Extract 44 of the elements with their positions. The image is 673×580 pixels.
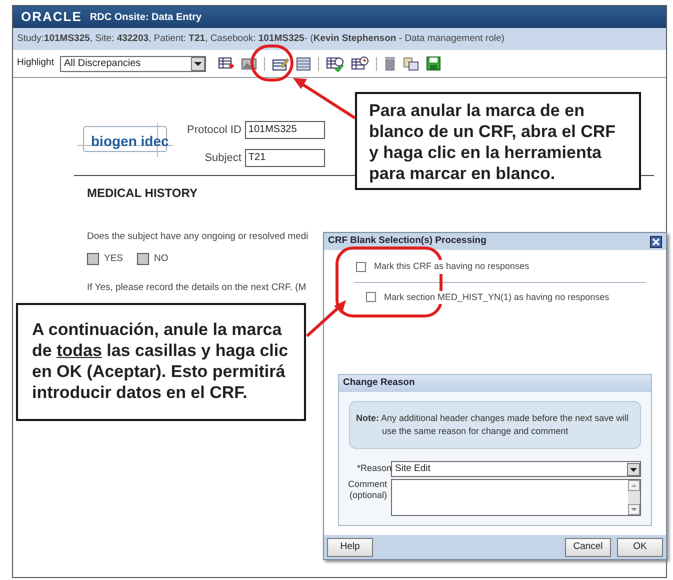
checkbox-label: Mark section MED_HIST_YN(1) as having no responses: [384, 290, 610, 304]
comment-field[interactable]: [391, 479, 641, 516]
save-icon[interactable]: [426, 56, 441, 71]
callout-text: Para anular la marca de en blanco de un CRF, abra el CRF y haga clic en la herramienta para marcar en blanco.: [369, 100, 617, 184]
checkbox-label: Mark this CRF as having no responses: [374, 260, 530, 274]
copy-icon[interactable]: [402, 56, 419, 71]
form-icon[interactable]: [296, 56, 311, 70]
reason-dropdown[interactable]: Site Edit: [391, 461, 641, 477]
form-clock-icon[interactable]: [350, 56, 369, 72]
pencil-form-icon[interactable]: [272, 56, 289, 70]
window-title: RDC Onsite: Data Entry: [90, 10, 202, 24]
checkbox-label: NO: [154, 252, 168, 266]
trash-icon[interactable]: [384, 56, 396, 71]
panel-title: Change Reason: [343, 376, 415, 390]
dialog-button[interactable]: OK: [617, 538, 663, 556]
callout-text: A continuación, anule la marca de todas las casillas y haga clic en OK (Aceptar). Esto permitirá introducir datos en el CRF.: [32, 319, 290, 403]
dialog-button[interactable]: Cancel: [565, 538, 611, 556]
grid-plus-icon[interactable]: [218, 56, 234, 70]
text-field[interactable]: T21: [245, 149, 326, 167]
question-text: Does the subject have any ongoing or resolved medi: [87, 230, 308, 244]
casebook-info: Study:101MS325, Site: 432203, Patient: T21, Casebook: 101MS325- (Kevin Stephenson - Data management role): [17, 32, 504, 46]
highlight-dropdown[interactable]: All Discrepancies: [60, 56, 206, 72]
text-field[interactable]: 101MS325: [245, 121, 326, 139]
instruction-text: If Yes, please record the details on the next CRF. (M: [87, 280, 306, 294]
arrow: [306, 300, 346, 338]
oracle-logo: ORACLE: [21, 8, 82, 26]
scrollbar[interactable]: [628, 480, 640, 515]
dialog-title: CRF Blank Selection(s) Processing: [328, 234, 486, 248]
note-text: Note: Any additional header changes made before the next save will use the same reason for change and comment: [356, 412, 630, 438]
checkbox[interactable]: [356, 262, 366, 272]
checkbox-label: YES: [104, 252, 124, 266]
checkbox[interactable]: [137, 253, 150, 266]
checkbox[interactable]: [87, 253, 99, 266]
arrow: [293, 78, 356, 120]
comment-label: Comment (optional): [347, 479, 387, 501]
highlight-label: Highlight: [17, 56, 54, 70]
company-logo: biogen idec: [77, 123, 173, 157]
field-label: Protocol ID: [187, 122, 242, 138]
section-title: MEDICAL HISTORY: [87, 185, 198, 202]
dialog-button[interactable]: Help: [327, 538, 373, 556]
close-icon[interactable]: [650, 236, 662, 248]
form-check-icon[interactable]: [326, 56, 344, 72]
field-label: Subject: [204, 150, 242, 166]
checkbox[interactable]: [366, 292, 376, 302]
